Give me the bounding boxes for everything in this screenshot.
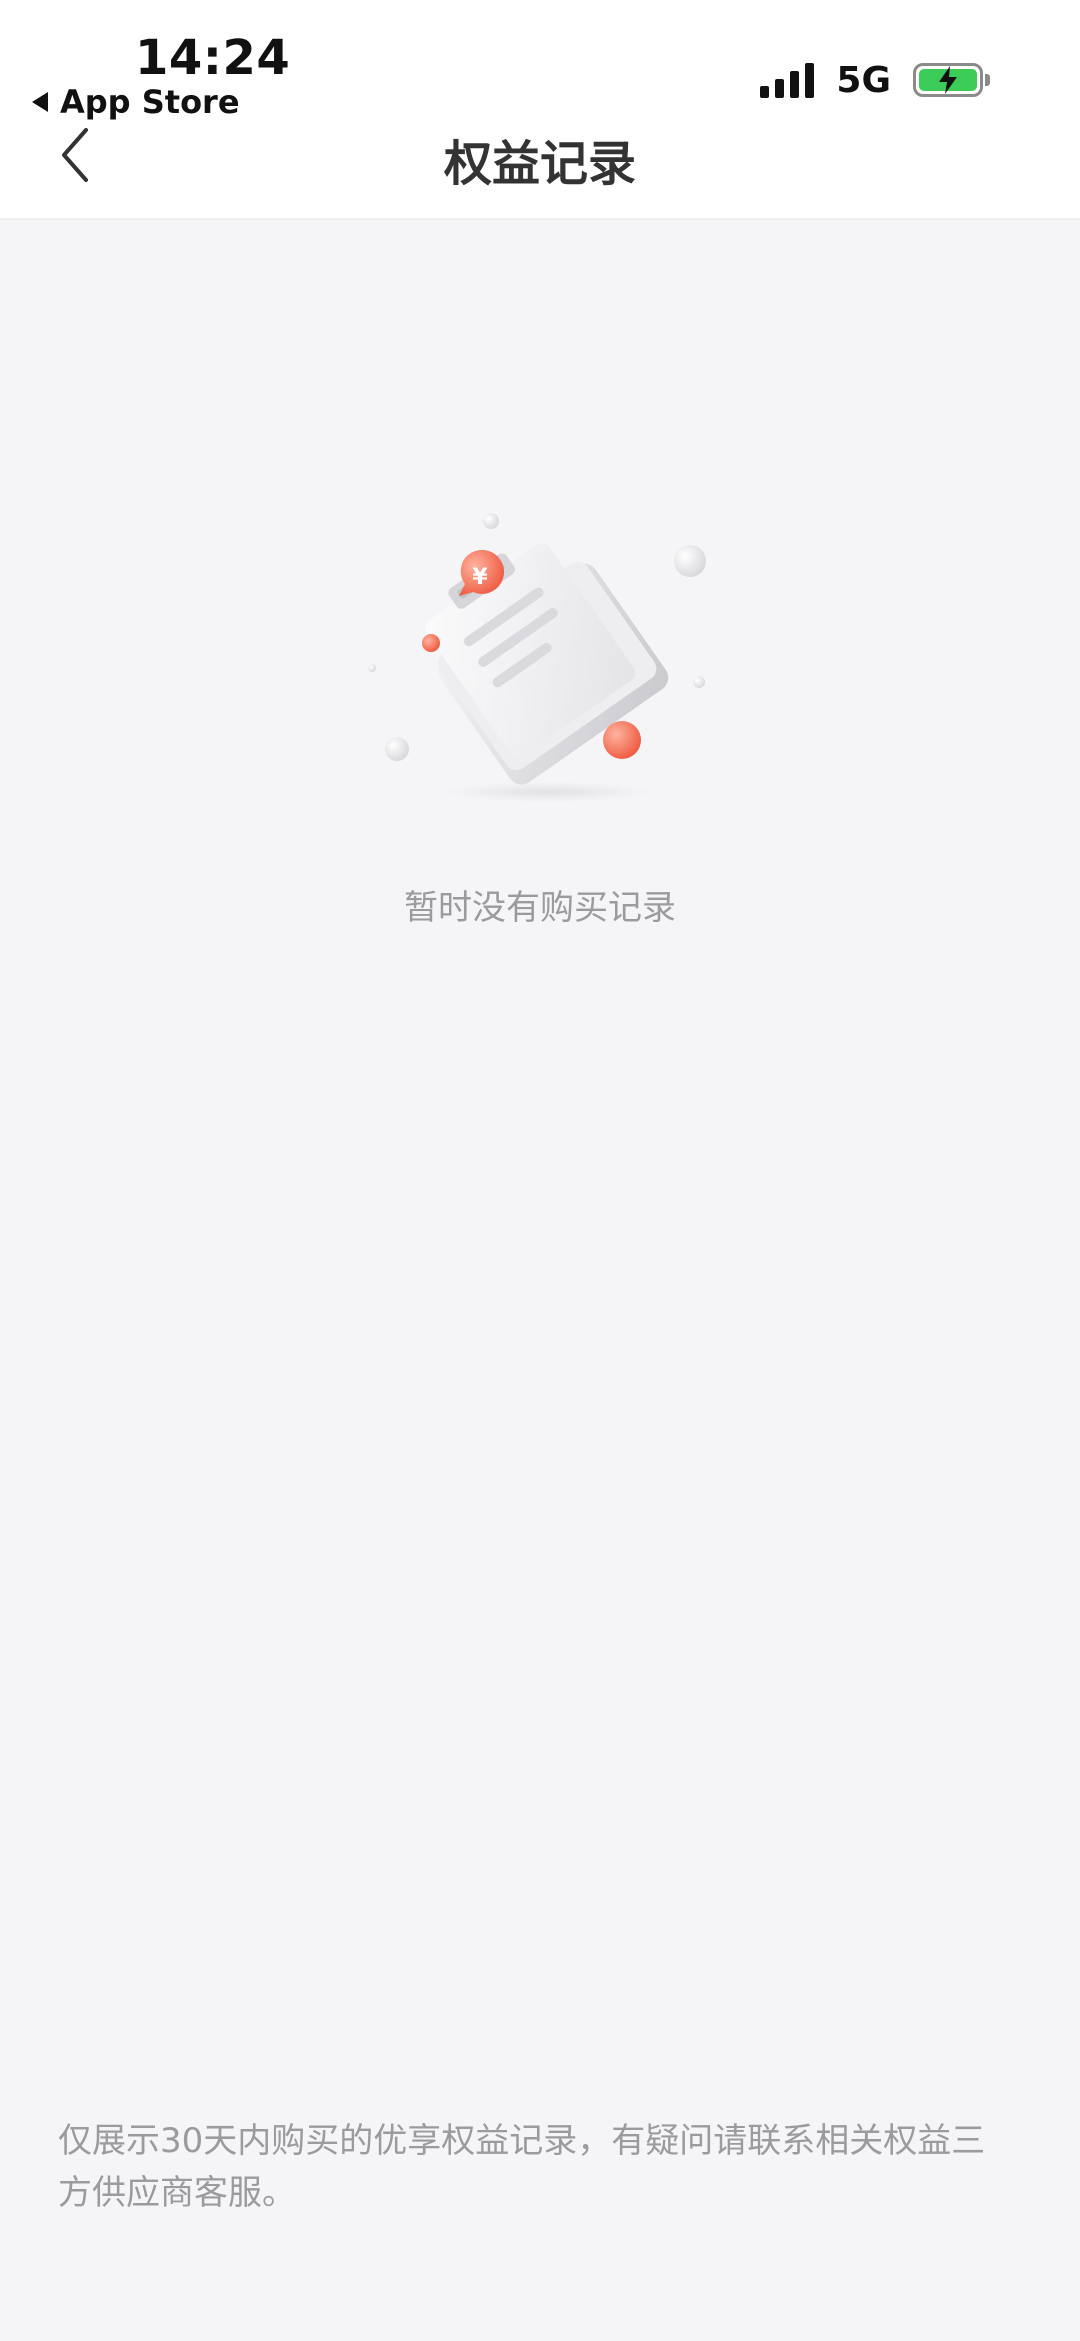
empty-state-message: 暂时没有购买记录: [404, 888, 676, 928]
svg-text:¥: ¥: [472, 565, 488, 590]
status-indicators: 5G: [760, 59, 990, 101]
back-triangle-icon: [32, 92, 48, 112]
battery-icon: [913, 63, 990, 97]
back-to-app-store[interactable]: App Store: [32, 82, 240, 122]
screen: 14:24 App Store 5G 权益记录 ¥ 暂时没有购买记录 仅展示30…: [0, 0, 1080, 2341]
receipt-illustration-icon: ¥: [368, 513, 706, 802]
charging-bolt-icon: [939, 66, 957, 94]
status-time: 14:24: [135, 30, 291, 86]
network-type: 5G: [836, 59, 891, 101]
empty-records-illustration: ¥: [360, 500, 720, 830]
records-notice: 仅展示30天内购买的优享权益记录，有疑问请联系相关权益三方供应商客服。: [58, 2121, 986, 2213]
back-to-app-label: App Store: [60, 83, 240, 121]
top-bar: 14:24 App Store 5G 权益记录: [0, 0, 1080, 220]
cellular-signal-icon: [760, 62, 815, 98]
page-title: 权益记录: [443, 136, 636, 192]
